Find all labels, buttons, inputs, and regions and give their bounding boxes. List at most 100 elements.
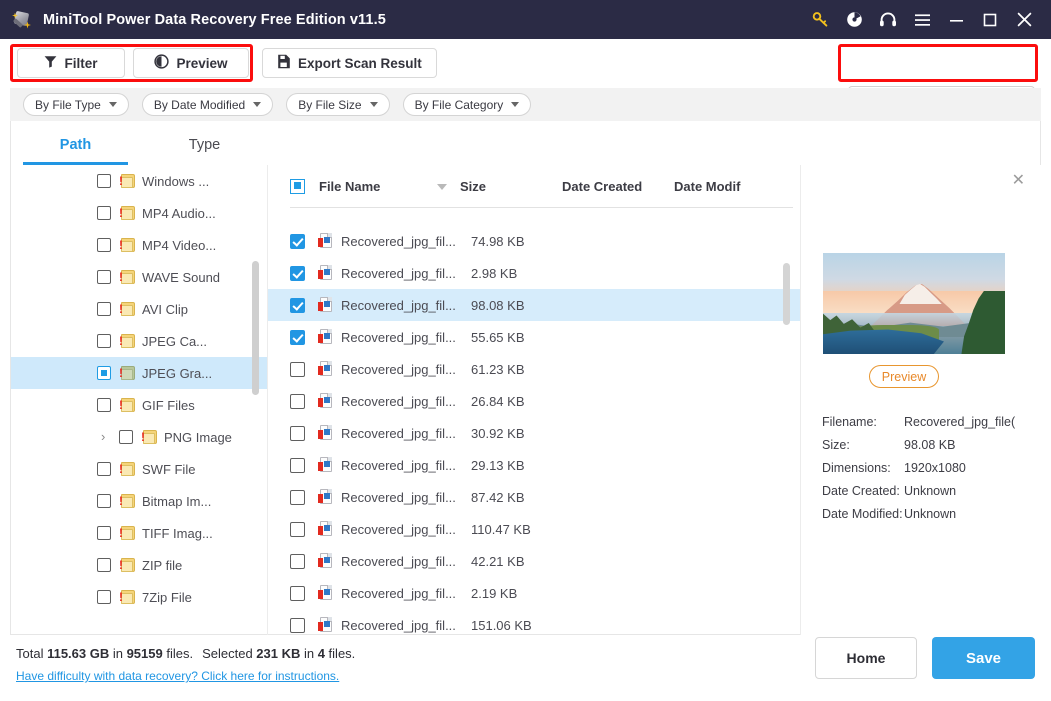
select-all-checkbox[interactable]	[290, 178, 305, 194]
tree-item[interactable]: ! JPEG Ca...	[11, 325, 267, 357]
tree-item[interactable]: ! AVI Clip	[11, 293, 267, 325]
tree-item[interactable]: ! SWF File	[11, 453, 267, 485]
table-row[interactable]: Recovered_jpg_fil... 98.08 KB	[268, 289, 800, 321]
tree-item[interactable]: ! Windows ...	[11, 165, 267, 197]
close-icon[interactable]: ✕	[1012, 173, 1025, 189]
tree-item-checkbox[interactable]	[97, 398, 111, 412]
cell-size: 29.13 KB	[471, 457, 525, 473]
file-type-tree[interactable]: ! 7Zip File! ZIP file! TIFF Imag...! Bitmap …	[11, 165, 268, 635]
row-checkbox[interactable]	[290, 521, 305, 537]
cell-size: 42.21 KB	[471, 553, 525, 569]
tree-item-checkbox[interactable]	[97, 366, 111, 380]
preview-button[interactable]: Preview	[133, 48, 249, 78]
table-row[interactable]: Recovered_jpg_fil... 110.47 KB	[268, 513, 800, 545]
view-tabs: Path Type	[11, 121, 269, 165]
filter-by-file-size[interactable]: By File Size	[286, 93, 390, 116]
row-checkbox[interactable]	[290, 329, 305, 345]
close-icon[interactable]	[1007, 0, 1041, 39]
preview-label: Preview	[176, 55, 228, 71]
tree-item-checkbox[interactable]	[97, 494, 111, 508]
file-list[interactable]: File Name Size Date Created Date Modif R…	[268, 165, 801, 635]
filter-button[interactable]: Filter	[17, 48, 125, 78]
application-window: MiniTool Power Data Recovery Free Editio…	[0, 0, 1051, 701]
sort-descending-icon[interactable]	[437, 183, 447, 190]
preview-action-button[interactable]: Preview	[869, 365, 939, 388]
preview-thumbnail[interactable]	[823, 253, 1005, 354]
tree-item-checkbox[interactable]	[97, 238, 111, 252]
maximize-icon[interactable]	[973, 0, 1007, 39]
main-toolbar: Filter Preview Export Scan Result	[0, 39, 1051, 118]
cell-file-name: Recovered_jpg_fil...	[341, 425, 456, 441]
tree-item[interactable]: ! TIFF Imag...	[11, 517, 267, 549]
table-row[interactable]: Recovered_jpg_fil... 61.23 KB	[268, 353, 800, 385]
tree-item-checkbox[interactable]	[97, 206, 111, 220]
row-checkbox[interactable]	[290, 457, 305, 473]
tree-item[interactable]: ! GIF Files	[11, 389, 267, 421]
tree-scrollbar[interactable]	[252, 261, 259, 395]
row-checkbox[interactable]	[290, 617, 305, 633]
export-scan-result-button[interactable]: Export Scan Result	[262, 48, 437, 78]
tree-item-checkbox[interactable]	[119, 430, 133, 444]
folder-icon: !	[119, 174, 135, 188]
save-button[interactable]: Save	[932, 637, 1035, 679]
tree-item-checkbox[interactable]	[97, 334, 111, 348]
row-checkbox[interactable]	[290, 553, 305, 569]
table-row[interactable]: Recovered_jpg_fil... 2.19 KB	[268, 577, 800, 609]
app-title: MiniTool Power Data Recovery Free Editio…	[43, 11, 386, 28]
file-list-scrollbar[interactable]	[783, 263, 790, 325]
tree-item-checkbox[interactable]	[97, 558, 111, 572]
filter-label: By File Category	[414, 97, 504, 112]
column-header-file-name[interactable]: File Name	[319, 179, 460, 194]
tree-item[interactable]: ! MP4 Video...	[11, 229, 267, 261]
table-row[interactable]: Recovered_jpg_fil... 55.65 KB	[268, 321, 800, 353]
row-checkbox[interactable]	[290, 297, 305, 313]
table-row[interactable]: Recovered_jpg_fil... 26.84 KB	[268, 385, 800, 417]
row-checkbox[interactable]	[290, 361, 305, 377]
filter-by-file-type[interactable]: By File Type	[23, 93, 129, 116]
tree-item[interactable]: ! WAVE Sound	[11, 261, 267, 293]
tree-item-checkbox[interactable]	[97, 174, 111, 188]
tree-item-checkbox[interactable]	[97, 590, 111, 604]
table-row[interactable]: Recovered_jpg_fil... 29.13 KB	[268, 449, 800, 481]
folder-icon: !	[119, 558, 135, 572]
column-header-date-created[interactable]: Date Created	[562, 179, 674, 194]
disc-icon[interactable]	[837, 0, 871, 39]
tree-item-label: Bitmap Im...	[142, 493, 212, 509]
tab-type[interactable]: Type	[140, 125, 269, 165]
minimize-icon[interactable]	[939, 0, 973, 39]
column-header-date-modified[interactable]: Date Modif	[674, 179, 774, 194]
table-row[interactable]: Recovered_jpg_fil... 151.06 KB	[268, 609, 800, 635]
tree-item[interactable]: ! MP4 Audio...	[11, 197, 267, 229]
column-header-size[interactable]: Size	[460, 179, 562, 194]
tab-path[interactable]: Path	[11, 125, 140, 165]
tree-item[interactable]: ! ZIP file	[11, 549, 267, 581]
menu-icon[interactable]	[905, 0, 939, 39]
filter-by-date-modified[interactable]: By Date Modified	[141, 93, 274, 116]
table-row[interactable]: Recovered_jpg_fil... 74.98 KB	[268, 225, 800, 257]
tree-item-checkbox[interactable]	[97, 462, 111, 476]
tree-item[interactable]: ! JPEG Gra...	[11, 357, 267, 389]
row-checkbox[interactable]	[290, 233, 305, 249]
tree-item-checkbox[interactable]	[97, 270, 111, 284]
table-row[interactable]: Recovered_jpg_fil... 30.92 KB	[268, 417, 800, 449]
row-checkbox[interactable]	[290, 489, 305, 505]
table-row[interactable]: Recovered_jpg_fil... 2.98 KB	[268, 257, 800, 289]
table-row[interactable]: Recovered_jpg_fil... 42.21 KB	[268, 545, 800, 577]
help-link[interactable]: Have difficulty with data recovery? Clic…	[16, 669, 339, 683]
filter-by-file-category[interactable]: By File Category	[402, 93, 532, 116]
tree-item-checkbox[interactable]	[97, 302, 111, 316]
tree-item[interactable]: ›! PNG Image	[11, 421, 267, 453]
row-checkbox[interactable]	[290, 393, 305, 409]
row-checkbox[interactable]	[290, 425, 305, 441]
row-checkbox[interactable]	[290, 265, 305, 281]
row-checkbox[interactable]	[290, 585, 305, 601]
home-button[interactable]: Home	[815, 637, 917, 679]
tree-item-checkbox[interactable]	[97, 526, 111, 540]
tree-item[interactable]: ! Bitmap Im...	[11, 485, 267, 517]
key-icon[interactable]	[803, 0, 837, 39]
headphones-icon[interactable]	[871, 0, 905, 39]
table-row[interactable]: Recovered_jpg_fil... 87.42 KB	[268, 481, 800, 513]
chevron-right-icon[interactable]: ›	[101, 430, 113, 443]
chevron-down-icon	[369, 102, 378, 107]
tree-item[interactable]: ! 7Zip File	[11, 581, 267, 613]
